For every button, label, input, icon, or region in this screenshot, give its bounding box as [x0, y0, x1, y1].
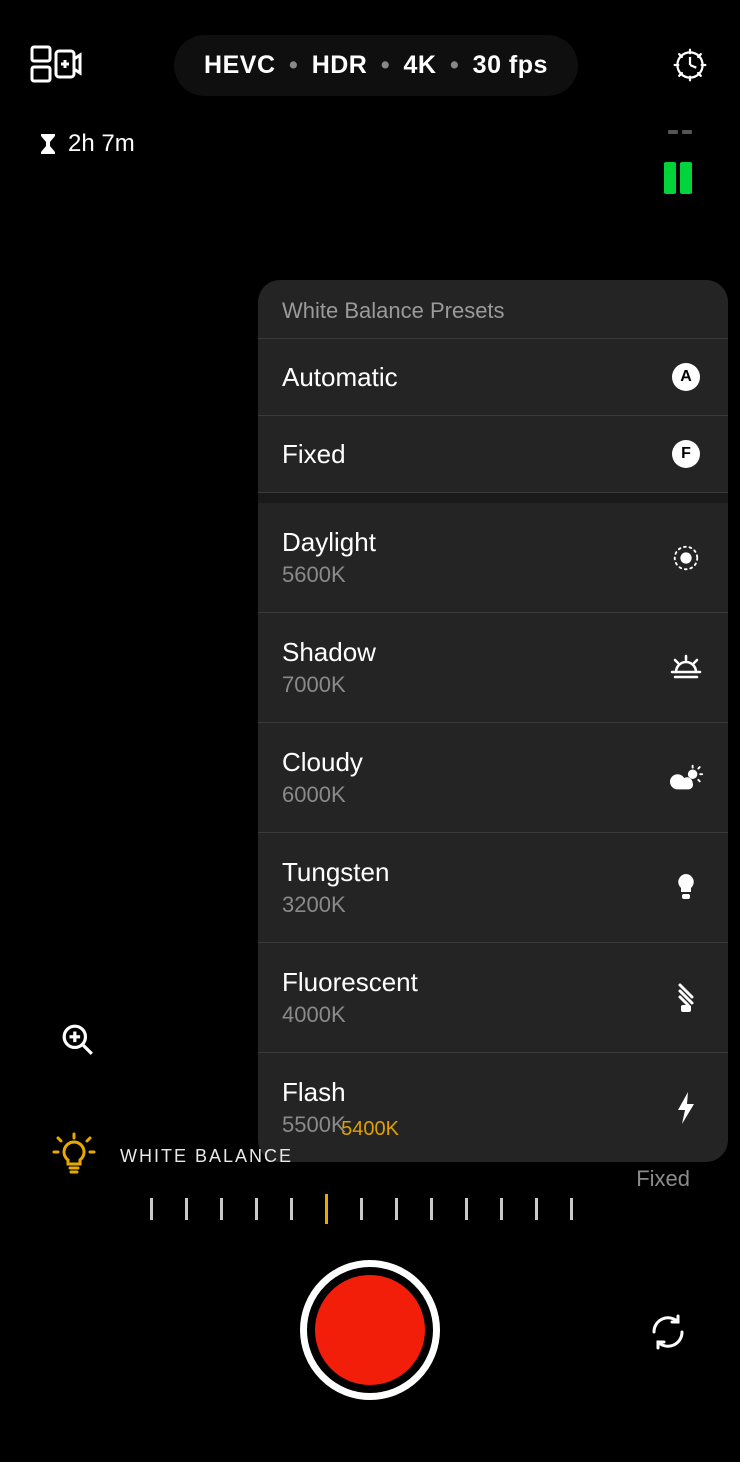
format-hdr: HDR — [312, 51, 368, 79]
cfl-icon — [668, 980, 704, 1016]
white-balance-presets-panel: White Balance Presets Automatic A Fixed … — [258, 280, 728, 1162]
wb-preset-shadow[interactable]: Shadow 7000K — [258, 613, 728, 723]
sunset-icon — [668, 650, 704, 686]
wb-preset-cloudy[interactable]: Cloudy 6000K — [258, 723, 728, 833]
format-settings-pill[interactable]: HEVC • HDR • 4K • 30 fps — [174, 35, 578, 96]
wb-preset-tungsten[interactable]: Tungsten 3200K — [258, 833, 728, 943]
record-indicator — [315, 1275, 425, 1385]
wb-preset-automatic[interactable]: Automatic A — [258, 339, 728, 416]
wb-preset-fixed[interactable]: Fixed F — [258, 416, 728, 493]
wb-label: WHITE BALANCE — [120, 1146, 293, 1167]
recording-time-remaining: 2h 7m — [40, 130, 135, 158]
format-codec: HEVC — [204, 51, 275, 79]
cloud-sun-icon — [668, 760, 704, 796]
wb-mode-label: Fixed — [636, 1166, 690, 1192]
badge-a-icon: A — [672, 363, 700, 391]
wb-preset-fluorescent[interactable]: Fluorescent 4000K — [258, 943, 728, 1053]
format-resolution: 4K — [404, 51, 437, 79]
clips-library-icon[interactable] — [30, 45, 82, 85]
record-button[interactable] — [300, 1260, 440, 1400]
bulb-icon — [668, 870, 704, 906]
badge-f-icon: F — [672, 440, 700, 468]
wb-ruler[interactable] — [150, 1194, 570, 1224]
sun-icon — [668, 540, 704, 576]
wb-preset-daylight[interactable]: Daylight 5600K — [258, 503, 728, 613]
wb-current-value: 5400K — [50, 1118, 690, 1141]
zoom-button[interactable] — [58, 1020, 98, 1060]
white-balance-slider[interactable]: 5400K WHITE BALANCE Fixed — [50, 1132, 690, 1224]
format-fps: 30 fps — [473, 51, 548, 79]
hourglass-icon — [40, 133, 56, 155]
settings-button[interactable] — [670, 45, 710, 85]
audio-level-meter — [664, 130, 692, 194]
panel-header: White Balance Presets — [258, 280, 728, 339]
flip-camera-button[interactable] — [646, 1310, 690, 1354]
